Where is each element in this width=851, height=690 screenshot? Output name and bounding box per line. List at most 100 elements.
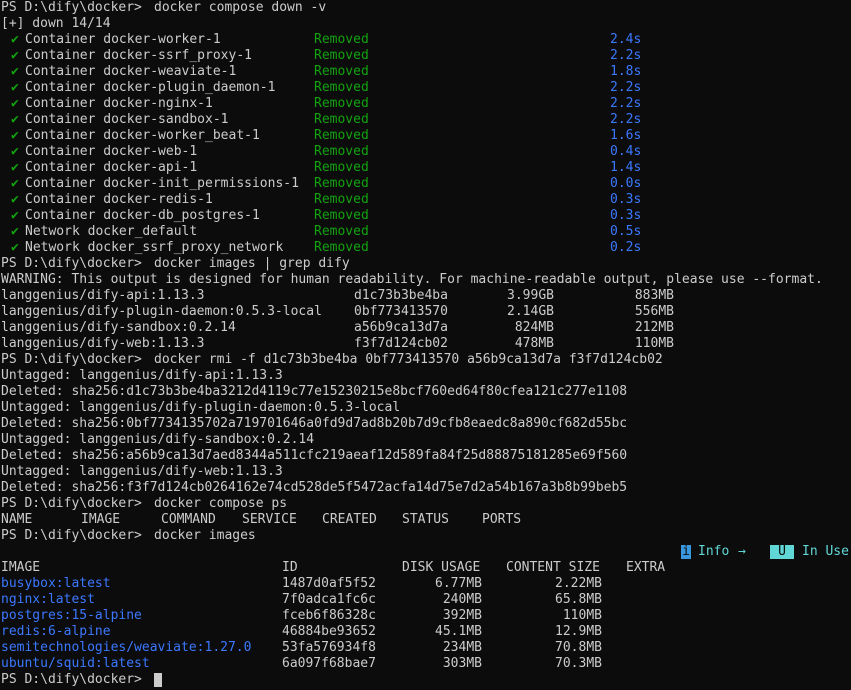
image-id: fceb6f86328c (282, 608, 376, 623)
resource-name: Container docker-weaviate-1 (25, 64, 237, 79)
removed-status: Removed (314, 224, 369, 239)
removed-status: Removed (314, 144, 369, 159)
image-id: d1c73b3be4ba (354, 288, 448, 303)
elapsed-time: 2.2s (610, 96, 642, 111)
resource-name: Network docker_ssrf_proxy_network (25, 240, 284, 255)
content-size: 883MB (634, 288, 674, 303)
content-size: 65.8MB (555, 592, 602, 607)
resource-name: Container docker-nginx-1 (25, 96, 213, 111)
check-icon: ✔ (11, 144, 19, 159)
shell-prompt: PS D:\dify\docker> (1, 352, 142, 367)
ps-column-header: CREATED (322, 512, 377, 527)
disk-usage: 45.1MB (435, 624, 482, 639)
image-name: postgres:15-alpine (1, 608, 142, 623)
rmi-output-text: Untagged: langgenius/dify-web:1.13.3 (1, 464, 283, 479)
check-icon: ✔ (11, 176, 19, 191)
elapsed-time: 1.8s (610, 64, 642, 79)
content-size: 70.3MB (555, 656, 602, 671)
ps-column-header: PORTS (482, 512, 522, 527)
resource-name: Container docker-redis-1 (25, 192, 213, 207)
check-icon: ✔ (11, 64, 19, 79)
resource-name: Container docker-plugin_daemon-1 (25, 80, 276, 95)
resource-name: Container docker-init_permissions-1 (25, 176, 299, 191)
check-icon: ✔ (11, 32, 19, 47)
removed-status: Removed (314, 240, 369, 255)
check-icon: ✔ (11, 160, 19, 175)
elapsed-time: 1.6s (610, 128, 642, 143)
elapsed-time: 0.5s (610, 224, 642, 239)
down-progress-text: [+] down 14/14 (1, 16, 111, 31)
command-text: docker images | grep dify (154, 256, 350, 271)
command-text: docker compose ps (154, 496, 288, 511)
command-text: docker rmi -f d1c73b3be4ba 0bf773413570 … (154, 352, 663, 367)
resource-name: Container docker-worker-1 (25, 32, 221, 47)
arrow-icon: → (738, 544, 746, 559)
elapsed-time: 2.4s (610, 32, 642, 47)
elapsed-time: 0.3s (610, 208, 642, 223)
image-id: 1487d0af5f52 (282, 576, 376, 591)
elapsed-time: 0.4s (610, 144, 642, 159)
content-size: 212MB (634, 320, 674, 335)
ps-column-header: NAME (1, 512, 33, 527)
in-use-badge-icon: U (770, 545, 794, 559)
terminal-window[interactable]: PS D:\dify\docker> docker compose down -v… (0, 0, 851, 690)
column-header-content-size: CONTENT SIZE (506, 560, 600, 575)
shell-prompt: PS D:\dify\docker> (1, 496, 142, 511)
image-name: langgenius/dify-plugin-daemon:0.5.3-loca… (1, 304, 322, 319)
column-header-image: IMAGE (1, 560, 41, 575)
info-badge-icon: i (681, 544, 691, 559)
check-icon: ✔ (11, 240, 19, 255)
content-size: 110MB (562, 608, 602, 623)
text-cursor[interactable] (154, 672, 162, 688)
elapsed-time: 0.0s (610, 176, 642, 191)
ps-column-header: SERVICE (242, 512, 297, 527)
rmi-output-text: Untagged: langgenius/dify-sandbox:0.2.14 (1, 432, 315, 447)
elapsed-time: 1.4s (610, 160, 642, 175)
disk-usage: 2.14GB (507, 304, 554, 319)
in-use-legend-label: In Use (802, 544, 849, 559)
resource-name: Network docker_default (25, 224, 198, 239)
removed-status: Removed (314, 176, 369, 191)
command-text: docker images (154, 528, 256, 543)
elapsed-time: 2.2s (610, 80, 642, 95)
shell-prompt: PS D:\dify\docker> (1, 672, 142, 687)
check-icon: ✔ (11, 96, 19, 111)
content-size: 2.22MB (555, 576, 602, 591)
image-name: langgenius/dify-sandbox:0.2.14 (1, 320, 236, 335)
image-name: semitechnologies/weaviate:1.27.0 (1, 640, 252, 655)
disk-usage: 3.99GB (507, 288, 554, 303)
removed-status: Removed (314, 160, 369, 175)
rmi-output-text: Deleted: sha256:d1c73b3be4ba3212d4119c77… (1, 384, 628, 399)
removed-status: Removed (314, 192, 369, 207)
check-icon: ✔ (11, 128, 19, 143)
ps-column-header: IMAGE (81, 512, 121, 527)
disk-usage: 6.77MB (435, 576, 482, 591)
image-name: langgenius/dify-api:1.13.3 (1, 288, 205, 303)
ps-column-header: STATUS (402, 512, 449, 527)
image-name: langgenius/dify-web:1.13.3 (1, 336, 205, 351)
shell-prompt: PS D:\dify\docker> (1, 0, 142, 15)
content-size: 110MB (634, 336, 674, 351)
info-legend-label: Info (698, 544, 730, 559)
column-header-disk-usage: DISK USAGE (402, 560, 481, 575)
elapsed-time: 2.2s (610, 48, 642, 63)
image-id: 6a097f68bae7 (282, 656, 376, 671)
column-header-extra: EXTRA (626, 560, 666, 575)
rmi-output-text: Untagged: langgenius/dify-plugin-daemon:… (1, 400, 401, 415)
image-name: redis:6-alpine (1, 624, 111, 639)
image-id: 0bf773413570 (354, 304, 448, 319)
removed-status: Removed (314, 32, 369, 47)
resource-name: Container docker-web-1 (25, 144, 198, 159)
removed-status: Removed (314, 112, 369, 127)
image-id: 53fa576934f8 (282, 640, 376, 655)
resource-name: Container docker-api-1 (25, 160, 198, 175)
ps-column-header: COMMAND (161, 512, 216, 527)
removed-status: Removed (314, 96, 369, 111)
content-size: 70.8MB (555, 640, 602, 655)
image-id: f3f7d124cb02 (354, 336, 448, 351)
resource-name: Container docker-ssrf_proxy-1 (25, 48, 252, 63)
image-name: nginx:latest (1, 592, 95, 607)
removed-status: Removed (314, 48, 369, 63)
command-text: docker compose down -v (154, 0, 327, 15)
resource-name: Container docker-db_postgres-1 (25, 208, 260, 223)
